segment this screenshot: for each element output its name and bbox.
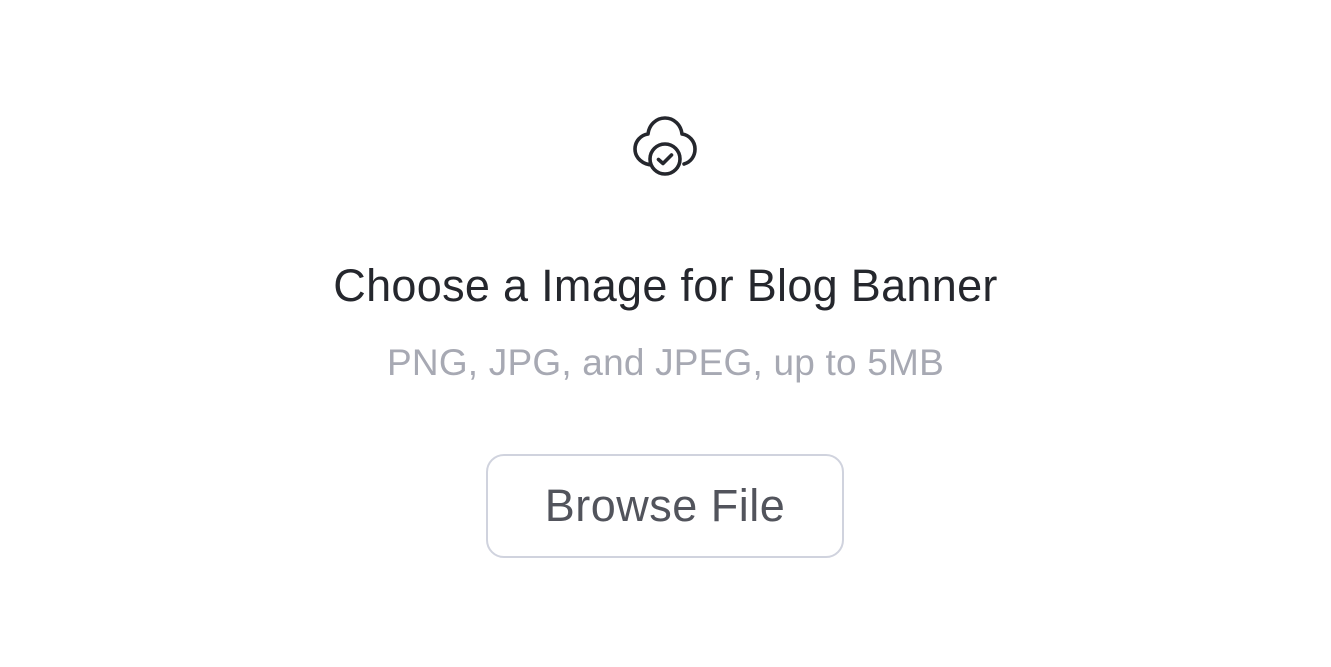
upload-panel: Choose a Image for Blog Banner PNG, JPG,… <box>0 0 1331 667</box>
file-type-hint: PNG, JPG, and JPEG, up to 5MB <box>387 342 944 383</box>
upload-title: Choose a Image for Blog Banner <box>333 260 998 311</box>
cloud-check-icon <box>631 113 699 181</box>
browse-file-button[interactable]: Browse File <box>486 454 844 558</box>
